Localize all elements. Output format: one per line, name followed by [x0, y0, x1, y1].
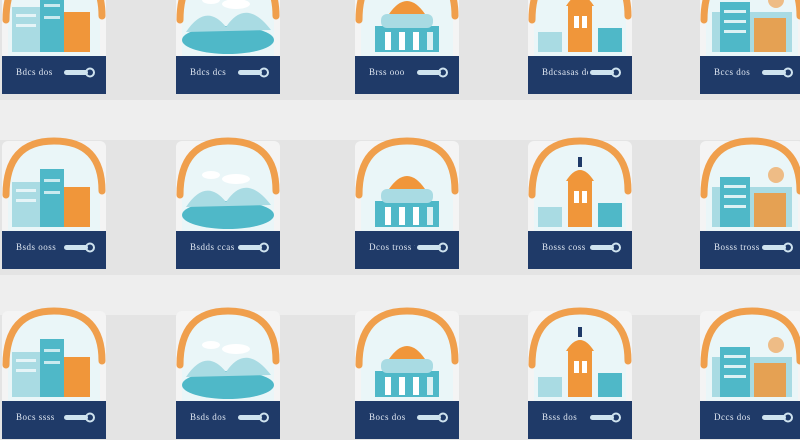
row-divider-band	[0, 100, 800, 140]
travel-tile: Bocs dos	[355, 305, 459, 440]
tile-caption: Bsss dos	[542, 412, 578, 422]
travel-tile: Bosss coss	[528, 135, 632, 270]
city-towers-icon	[528, 0, 632, 94]
travel-tile: Bdcs dcs	[176, 0, 280, 95]
tile-caption: Bosss tross	[714, 242, 760, 252]
travel-tile: Bdcsasas dos	[528, 0, 632, 95]
tile-caption: Bsdds ccas	[190, 242, 235, 252]
travel-tile: Dccs dos	[700, 305, 800, 440]
travel-tile: Bocs ssss	[2, 305, 106, 440]
tile-caption: Bsds dos	[190, 412, 227, 422]
skyscraper-icon	[2, 0, 106, 94]
travel-tile: Bsdds ccas	[176, 135, 280, 270]
tile-caption: Bdcs dcs	[190, 67, 227, 77]
tile-caption: Dccs dos	[714, 412, 751, 422]
tile-caption: Bocs ssss	[16, 412, 55, 422]
travel-tile: Bsss dos	[528, 305, 632, 440]
tile-caption: Bocs dos	[369, 412, 406, 422]
office-building-icon	[700, 0, 800, 94]
travel-tile: Brss ooo	[355, 0, 459, 95]
travel-tile: Bsds dos	[176, 305, 280, 440]
tile-caption: Bsds ooss	[16, 242, 57, 252]
tile-caption: Bosss coss	[542, 242, 586, 252]
lake-landscape-icon	[176, 0, 280, 94]
travel-tile: Dcos tross tross	[355, 135, 459, 270]
travel-tile: Bccs dos	[700, 0, 800, 95]
travel-tile: Bsds ooss	[2, 135, 106, 270]
harbor-city-icon	[355, 0, 459, 94]
tile-caption: Dcos tross tross	[369, 242, 415, 252]
tile-caption: Bdcs dos	[16, 67, 53, 77]
tile-caption: Bccs dos	[714, 67, 751, 77]
travel-tile: Bdcs dos	[2, 0, 106, 95]
tile-caption: Bdcsasas dos	[542, 67, 588, 77]
travel-tile: Bosss tross	[700, 135, 800, 270]
tile-caption: Brss ooo	[369, 67, 405, 77]
